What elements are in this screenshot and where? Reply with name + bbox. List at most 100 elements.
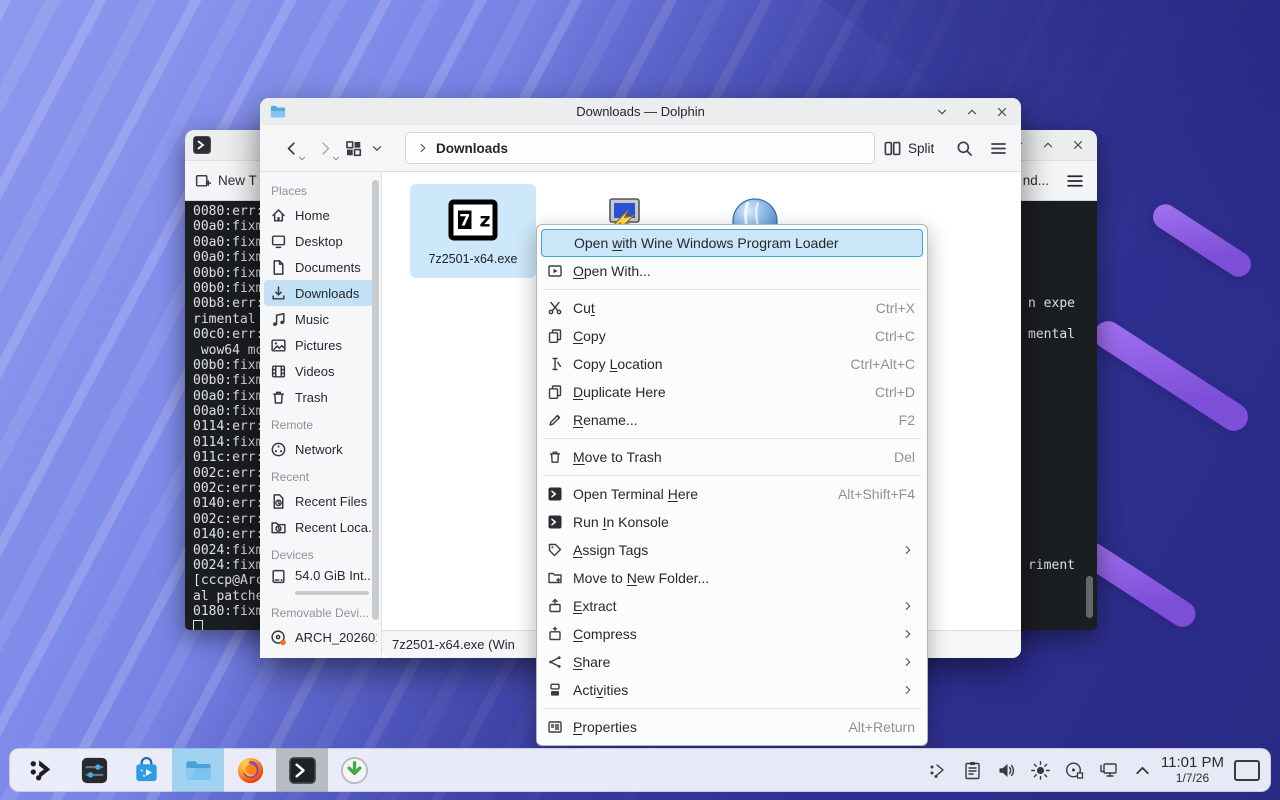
sidebar-item-music[interactable]: Music xyxy=(264,306,377,332)
menu-item-open-terminal-here[interactable]: Open Terminal HereAlt+Shift+F4 xyxy=(541,480,923,508)
sidebar-item-home[interactable]: Home xyxy=(264,202,377,228)
menu-item-label: Rename... xyxy=(573,412,885,428)
split-button[interactable]: Split xyxy=(883,125,934,171)
sidebar-item-arch-202601[interactable]: ARCH_202601 xyxy=(264,624,377,650)
view-mode-button[interactable] xyxy=(344,125,363,171)
menu-item-properties[interactable]: PropertiesAlt+Return xyxy=(541,713,923,741)
tray-disc-tray-icon[interactable] xyxy=(1064,760,1085,781)
search-button[interactable] xyxy=(955,125,974,171)
terminal-scrollbar[interactable] xyxy=(1086,576,1093,618)
file-item[interactable]: 7z7z2501-x64.exe xyxy=(410,184,536,278)
menu-item-open-with-wine-windows-program-loader[interactable]: Open with Wine Windows Program Loader xyxy=(541,229,923,257)
sidebar-item-label: ARCH_202601 xyxy=(295,630,377,645)
context-menu: Open with Wine Windows Program Loader Ope… xyxy=(536,224,928,746)
submenu-chevron-icon xyxy=(901,655,915,669)
svg-text:z: z xyxy=(480,210,491,232)
sidebar-item-downloads[interactable]: Downloads xyxy=(264,280,377,306)
menu-item-label: Open With... xyxy=(573,263,915,279)
menu-shortcut: Ctrl+C xyxy=(875,328,915,344)
places-section-header: Remote xyxy=(260,410,381,436)
tray-clipboard-icon[interactable] xyxy=(962,760,983,781)
tray-volume-icon[interactable] xyxy=(996,760,1017,781)
konsole-taskbar-button[interactable] xyxy=(276,748,328,792)
close-button[interactable] xyxy=(995,105,1009,119)
sidebar-item-label: Music xyxy=(295,312,329,327)
menu-item-activities[interactable]: Activities xyxy=(541,676,923,704)
tray-dots-arrow-icon[interactable] xyxy=(928,760,949,781)
location-breadcrumb[interactable]: Downloads xyxy=(405,132,875,164)
menu-item-run-in-konsole[interactable]: Run In Konsole xyxy=(541,508,923,536)
menu-item-label: Extract xyxy=(573,598,887,614)
discover-icon xyxy=(131,755,162,786)
menu-item-label: Share xyxy=(573,654,887,670)
system-settings-taskbar-button[interactable] xyxy=(68,748,120,792)
submenu-chevron-icon xyxy=(901,543,915,557)
sidebar-item-recent-files[interactable]: Recent Files xyxy=(264,488,377,514)
maximize-button[interactable] xyxy=(1041,138,1055,152)
maximize-button[interactable] xyxy=(965,105,979,119)
status-text: 7z2501-x64.exe (Win xyxy=(392,637,515,652)
copy-icon xyxy=(547,384,563,400)
tray-network-wired-icon[interactable] xyxy=(1098,760,1119,781)
tray-chevron-up-icon[interactable] xyxy=(1132,760,1153,781)
menu-shortcut: Alt+Shift+F4 xyxy=(838,486,915,502)
sidebar-item-recent-loca-[interactable]: Recent Loca... xyxy=(264,514,377,540)
sidebar-item-videos[interactable]: Videos xyxy=(264,358,377,384)
minimize-button[interactable] xyxy=(935,105,949,119)
menu-item-rename[interactable]: Rename...F2 xyxy=(541,406,923,434)
extract-icon xyxy=(547,598,563,614)
dolphin-taskbar-button[interactable] xyxy=(172,748,224,792)
menu-item-label: Compress xyxy=(573,626,887,642)
app-launcher-taskbar-button[interactable] xyxy=(16,748,68,792)
menu-item-cut[interactable]: CutCtrl+X xyxy=(541,294,923,322)
view-mode-chevron-icon[interactable] xyxy=(370,125,384,171)
sidebar-item-documents[interactable]: Documents xyxy=(264,254,377,280)
places-scrollbar[interactable] xyxy=(372,180,379,620)
menu-item-extract[interactable]: Extract xyxy=(541,592,923,620)
breadcrumb-folder[interactable]: Downloads xyxy=(436,141,508,156)
menu-item-assign-tags[interactable]: Assign Tags xyxy=(541,536,923,564)
firefox-taskbar-button[interactable] xyxy=(224,748,276,792)
menu-item-label: Copy xyxy=(573,328,861,344)
menu-shortcut: Alt+Return xyxy=(848,719,915,735)
menu-item-copy-location[interactable]: Copy LocationCtrl+Alt+C xyxy=(541,350,923,378)
sidebar-item-label: 54.0 GiB Int... xyxy=(295,568,375,583)
dolphin-titlebar[interactable]: Downloads — Dolphin xyxy=(260,98,1021,125)
forward-history-chevron-icon[interactable] xyxy=(331,149,341,159)
back-history-chevron-icon[interactable] xyxy=(297,149,307,159)
menu-item-share[interactable]: Share xyxy=(541,648,923,676)
back-button[interactable] xyxy=(282,125,311,171)
new-tab-button[interactable]: New T xyxy=(185,161,263,200)
menu-separator xyxy=(543,708,921,709)
digital-clock[interactable]: 11:01 PM 1/7/26 xyxy=(1161,754,1224,785)
desktop: New T nd... 0080:err:00a0:fixm00a0:fixm0… xyxy=(0,0,1280,800)
menu-item-duplicate-here[interactable]: Duplicate HereCtrl+D xyxy=(541,378,923,406)
forward-button[interactable] xyxy=(316,125,345,171)
sidebar-item-54-0-gib-int-[interactable]: 54.0 GiB Int... xyxy=(264,566,377,598)
menu-item-compress[interactable]: Compress xyxy=(541,620,923,648)
menu-item-copy[interactable]: Copy Ctrl+C xyxy=(541,322,923,350)
menu-item-move-to-trash[interactable]: Move to TrashDel xyxy=(541,443,923,471)
menu-item-label: Move to New Folder... xyxy=(573,570,915,586)
hamburger-menu-icon[interactable] xyxy=(1065,171,1085,191)
discover-taskbar-button[interactable] xyxy=(120,748,172,792)
tray-brightness-icon[interactable] xyxy=(1030,760,1051,781)
hamburger-menu-button[interactable] xyxy=(989,125,1008,171)
downloader-taskbar-button[interactable] xyxy=(328,748,380,792)
image-icon xyxy=(270,337,287,354)
launcher-icon xyxy=(27,755,58,786)
task-manager xyxy=(16,749,380,791)
menu-item-move-to-new-folder[interactable]: Move to New Folder... xyxy=(541,564,923,592)
sidebar-item-network[interactable]: Network xyxy=(264,436,377,462)
close-button[interactable] xyxy=(1071,138,1085,152)
menu-item-open-with[interactable]: Open With... xyxy=(541,257,923,285)
music-icon xyxy=(270,311,287,328)
show-desktop-button[interactable] xyxy=(1234,760,1260,781)
konsole-window-icon xyxy=(192,135,212,155)
konsole-tab-title[interactable]: nd... xyxy=(1023,173,1049,188)
sidebar-item-desktop[interactable]: Desktop xyxy=(264,228,377,254)
home-icon xyxy=(270,207,287,224)
sidebar-item-pictures[interactable]: Pictures xyxy=(264,332,377,358)
sidebar-item-trash[interactable]: Trash xyxy=(264,384,377,410)
submenu-chevron-icon xyxy=(901,627,915,641)
